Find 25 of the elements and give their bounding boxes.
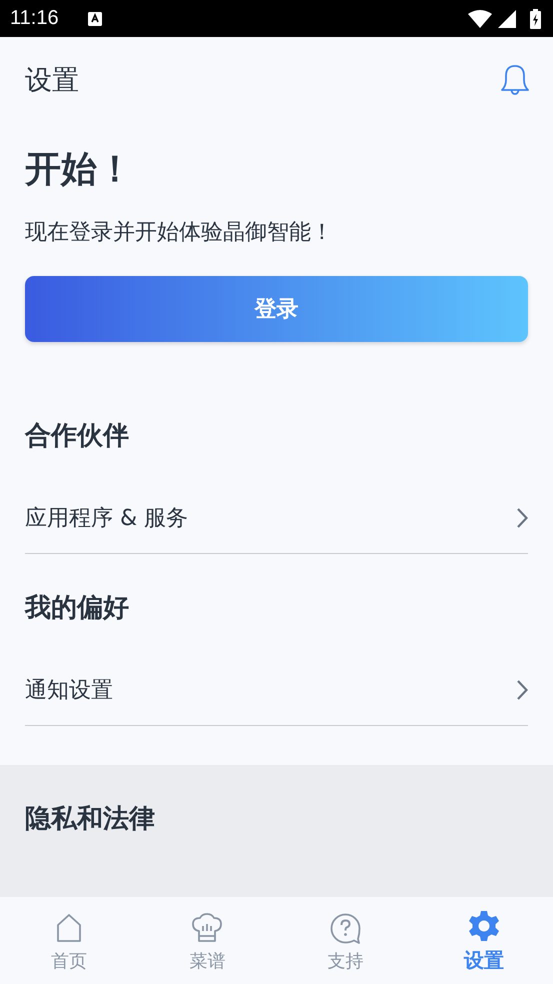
nav-tab[interactable]: 菜谱 bbox=[138, 897, 276, 984]
settings-icon bbox=[468, 910, 500, 942]
question-bubble-icon bbox=[330, 912, 362, 944]
section-heading: 隐私和法律 bbox=[25, 803, 156, 836]
signal-icon bbox=[498, 10, 516, 28]
section-heading: 合作伙伴 bbox=[25, 420, 130, 453]
section-heading: 我的偏好 bbox=[25, 592, 130, 625]
house-icon bbox=[55, 912, 84, 942]
settings-row[interactable]: 应用程序 & 服务 bbox=[25, 482, 528, 554]
settings-row[interactable]: 通知设置 bbox=[25, 654, 528, 726]
nav-tab[interactable]: 首页 bbox=[0, 897, 138, 984]
welcome-text: 现在登录并开始体验晶御智能！ bbox=[25, 219, 334, 247]
chevron-right-icon bbox=[516, 508, 528, 528]
nav-tab[interactable]: 支持 bbox=[276, 897, 415, 984]
login-button[interactable]: 登录 bbox=[25, 276, 528, 342]
chef-hat-icon bbox=[191, 912, 224, 942]
keyboard-notification-icon bbox=[86, 10, 103, 26]
clock-time: 11:16 bbox=[10, 7, 59, 30]
wifi-icon bbox=[468, 10, 492, 28]
battery-icon bbox=[530, 8, 541, 28]
page-title: 设置 bbox=[25, 64, 80, 98]
bell-icon[interactable] bbox=[499, 63, 531, 97]
welcome-heading: 开始！ bbox=[25, 148, 134, 192]
nav-tab[interactable]: 设置 bbox=[414, 897, 553, 984]
chevron-right-icon bbox=[516, 680, 528, 700]
